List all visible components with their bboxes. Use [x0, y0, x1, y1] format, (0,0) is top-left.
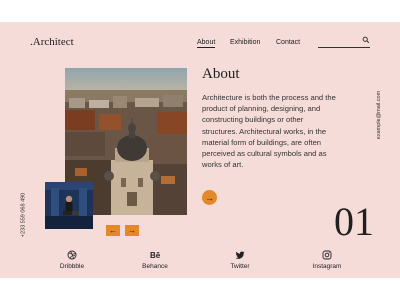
arrow-right-icon: → [205, 192, 214, 203]
twitter-icon [235, 251, 245, 259]
nav-exhibition[interactable]: Exhibition [230, 39, 260, 46]
dribbble-icon [67, 250, 77, 260]
previous-button[interactable]: ← [106, 225, 120, 236]
social-label: Instagram [312, 263, 342, 270]
page-background: .Architect About Exhibition Contact ← → … [0, 22, 400, 278]
search-input[interactable] [318, 36, 370, 48]
social-link-instagram[interactable]: Instagram [297, 250, 357, 270]
nav-about[interactable]: About [197, 39, 216, 48]
arrow-left-icon: ← [109, 226, 117, 235]
social-label: Behance [142, 263, 168, 270]
about-description: Architecture is both the process and the… [202, 93, 336, 170]
search-icon[interactable] [362, 36, 370, 44]
social-label: Dribbble [59, 263, 85, 270]
social-link-behance[interactable]: Bē Behance [125, 250, 185, 270]
slide-number: 01 [334, 199, 374, 244]
social-link-dribbble[interactable]: Dribbble [42, 250, 102, 270]
contact-phone[interactable]: +233 559 068 490 [20, 193, 26, 238]
svg-text:Bē: Bē [150, 251, 160, 260]
social-link-twitter[interactable]: Twitter [210, 250, 270, 270]
logo[interactable]: .Architect [30, 36, 74, 48]
section-title: About [202, 66, 240, 82]
behance-icon: Bē [150, 251, 160, 260]
contact-email[interactable]: example@mail.com [376, 91, 382, 139]
instagram-icon [322, 250, 332, 260]
nav-contact[interactable]: Contact [276, 39, 300, 46]
read-more-button[interactable]: → [202, 190, 217, 205]
social-label: Twitter [230, 263, 250, 270]
arrow-right-icon: → [128, 226, 136, 235]
gallery-photo [45, 182, 93, 229]
next-button[interactable]: → [125, 225, 139, 236]
